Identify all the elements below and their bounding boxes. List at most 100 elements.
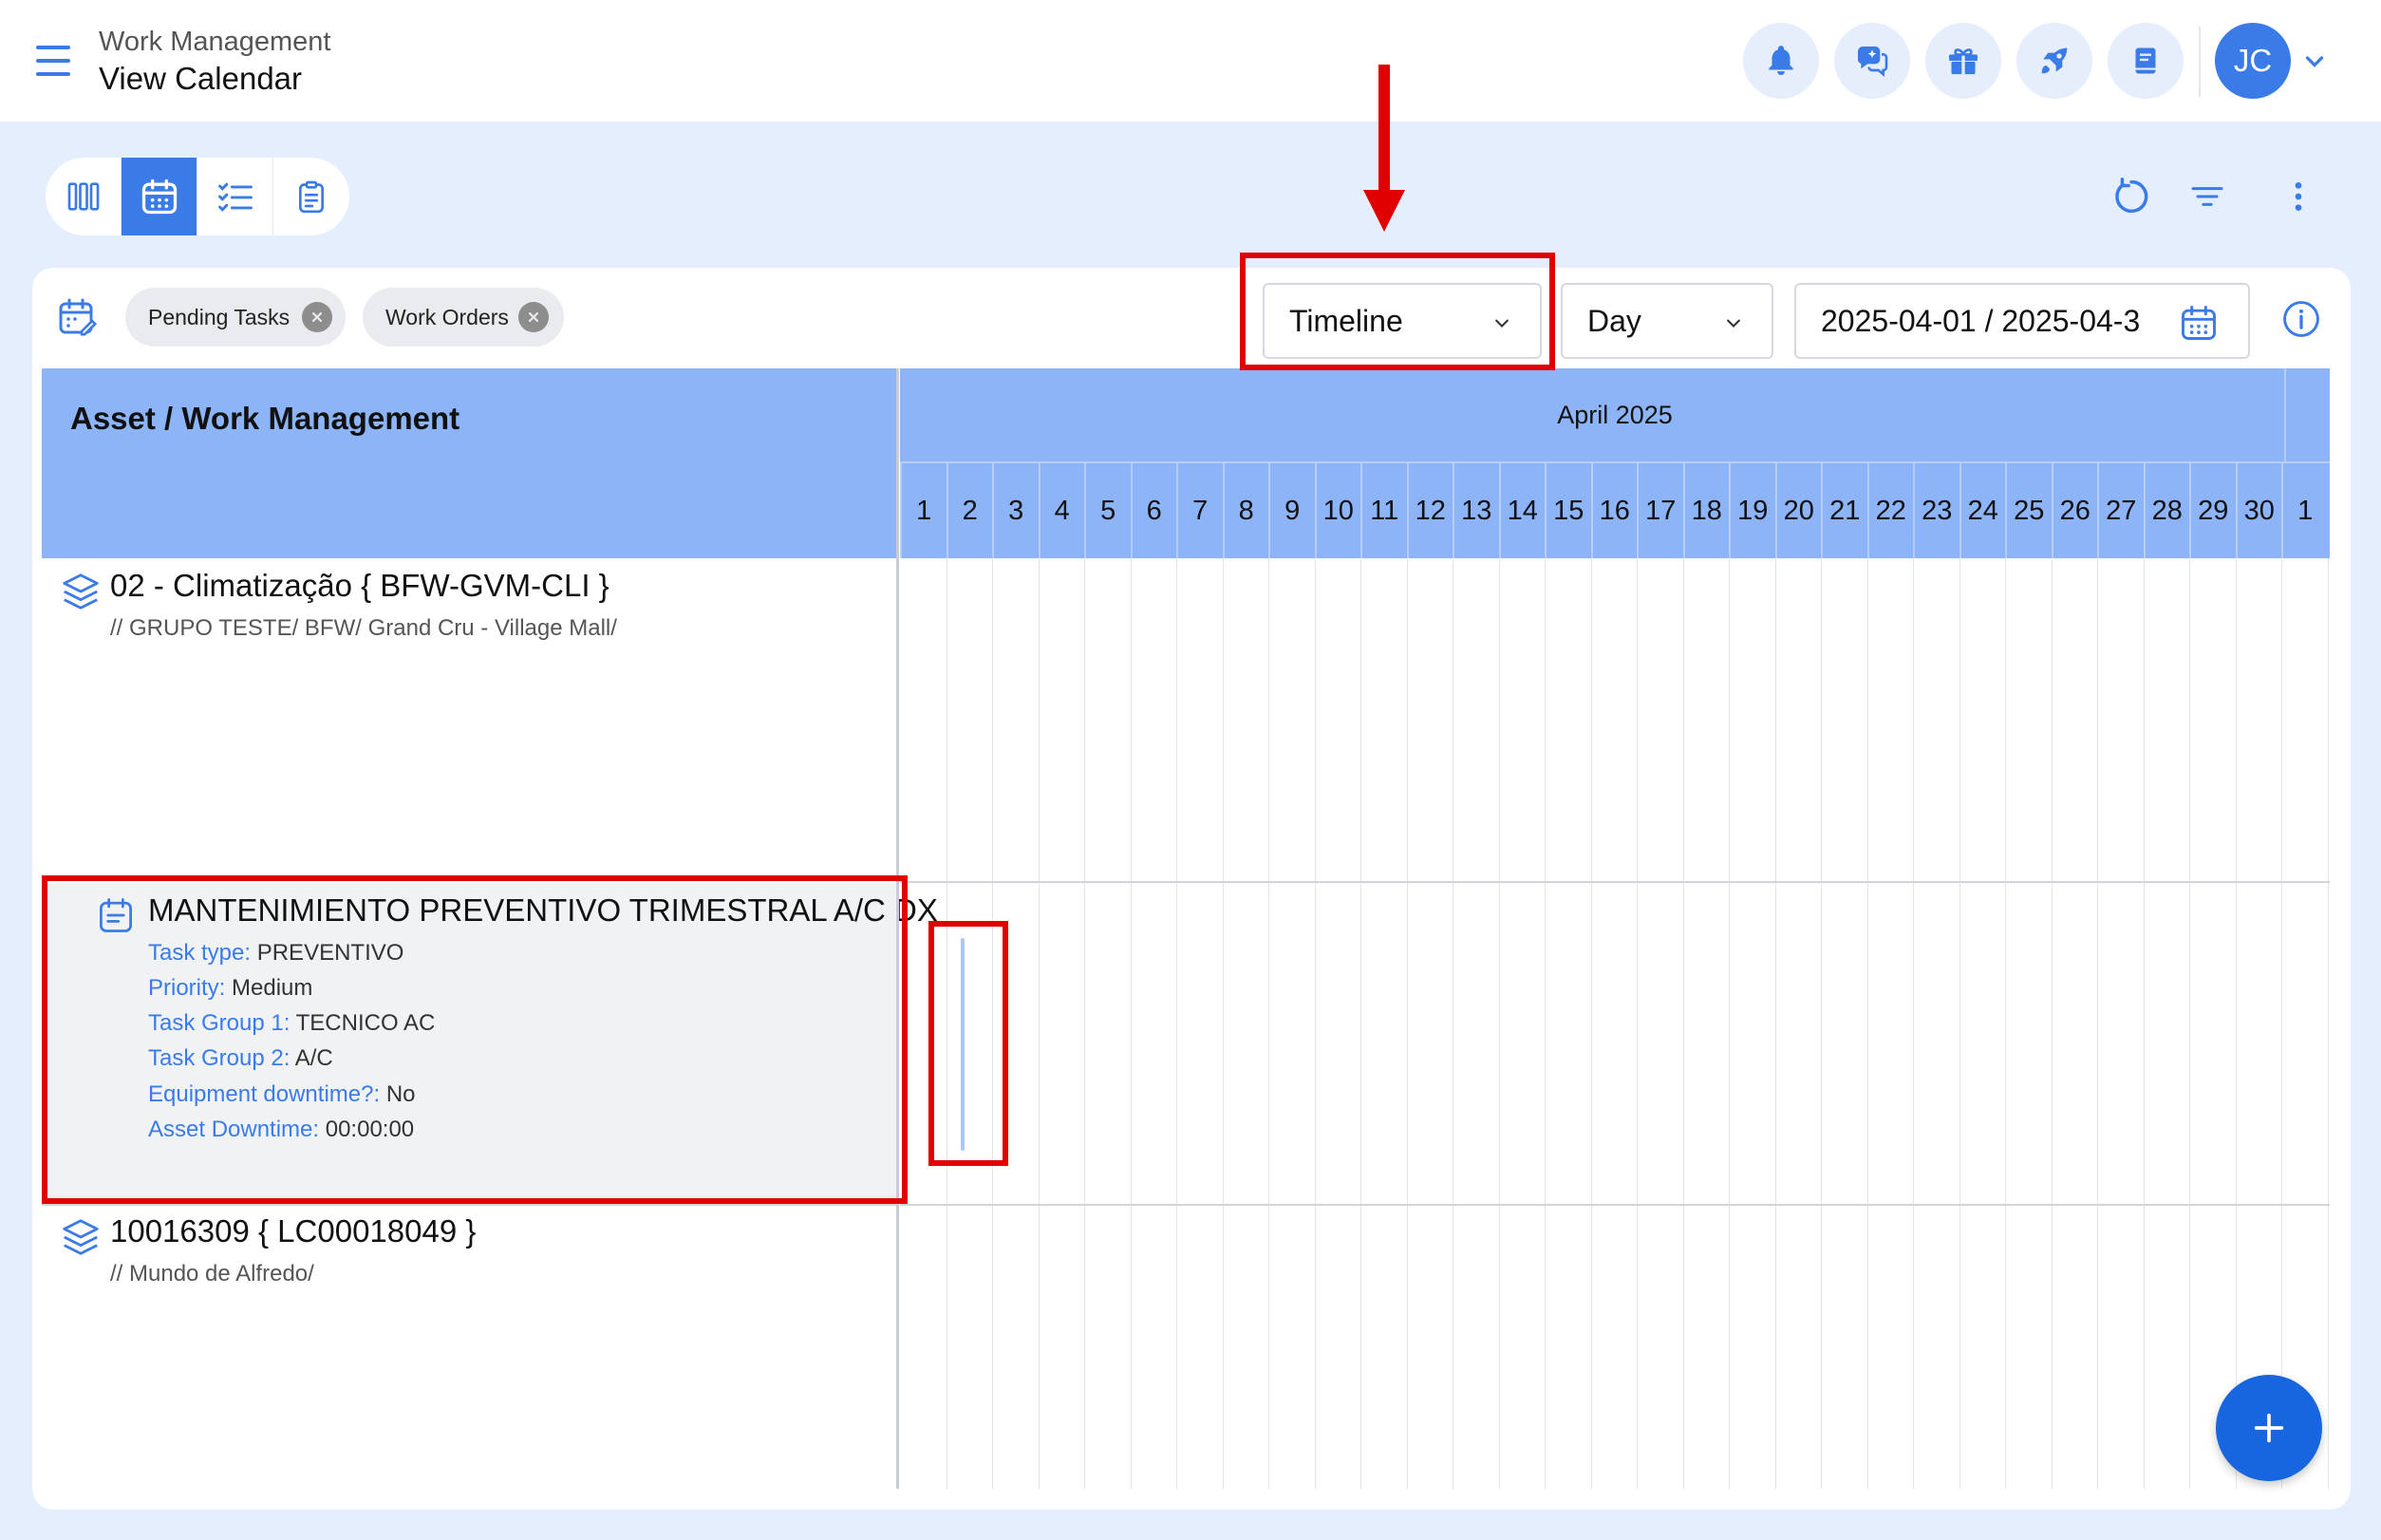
day-gridline (1729, 558, 1730, 1489)
more-vertical-icon[interactable] (2273, 171, 2324, 222)
chip-label: Work Orders (385, 304, 509, 329)
day-header-cell: 13 (1453, 463, 1499, 558)
day-gridline (1866, 558, 1868, 1489)
highlight-box (42, 875, 908, 1204)
add-button[interactable] (2216, 1375, 2322, 1481)
day-gridline (2005, 558, 2006, 1489)
asset-title[interactable]: 02 - Climatização { BFW-GVM-CLI } (110, 568, 609, 604)
day-header-cell: 12 (1406, 463, 1453, 558)
day-header-cell: 1 (2281, 463, 2328, 558)
layers-icon (63, 573, 99, 610)
day-header-cell: 24 (1959, 463, 2006, 558)
page-title: View Calendar (99, 61, 303, 96)
day-header-cell: 26 (2051, 463, 2098, 558)
day-gridline (1774, 558, 1776, 1489)
day-header-cell: 28 (2143, 463, 2190, 558)
day-gridline (2327, 558, 2329, 1489)
day-header-cell: 11 (1360, 463, 1407, 558)
day-header-cell: 1 (900, 463, 947, 558)
day-header-cell: 27 (2097, 463, 2144, 558)
highlight-box (1240, 253, 1555, 370)
day-header-cell: 25 (2005, 463, 2052, 558)
day-gridline (1222, 558, 1224, 1489)
scale-select[interactable]: Day (1561, 283, 1773, 359)
day-gridline (1130, 558, 1132, 1489)
info-icon[interactable] (2280, 298, 2322, 340)
scale-value: Day (1587, 303, 1641, 338)
hamburger-menu-icon[interactable] (28, 42, 78, 80)
chevron-down-icon[interactable] (2297, 44, 2332, 78)
filter-icon[interactable] (2182, 171, 2233, 222)
day-header-cell: 29 (2189, 463, 2236, 558)
date-range-value: 2025-04-01 / 2025-04-3 (1821, 303, 2141, 338)
day-header-cell: 7 (1176, 463, 1223, 558)
day-gridline (1821, 558, 1822, 1489)
day-gridline (1682, 558, 1684, 1489)
close-icon[interactable] (302, 302, 332, 332)
day-gridline (2235, 558, 2237, 1489)
avatar[interactable]: JC (2215, 23, 2291, 99)
day-gridline (1176, 558, 1177, 1489)
day-header-cell: 3 (992, 463, 1039, 558)
day-gridline (1360, 558, 1361, 1489)
chip-label: Pending Tasks (148, 304, 291, 329)
row-divider (900, 1204, 2330, 1206)
grid-left-header: Asset / Work Management (42, 368, 898, 558)
day-header-cell: 23 (1913, 463, 1959, 558)
asset-path: // Mundo de Alfredo/ (110, 1261, 314, 1286)
calendar-settings-icon[interactable] (55, 294, 101, 340)
filter-chip-work-orders[interactable]: Work Orders (363, 288, 564, 347)
date-range-field[interactable]: 2025-04-01 / 2025-04-3 (1794, 283, 2250, 359)
day-header-cell: 22 (1866, 463, 1914, 558)
day-header-cell: 9 (1268, 463, 1315, 558)
chevron-down-icon (1727, 319, 1740, 328)
days-header: 1 2 3 4 5 6 7 8 9 10 11 12 13 14 15 16 17 18 19 20 21 22 23 24 2… (900, 463, 2330, 558)
day-gridline (2281, 558, 2282, 1489)
close-icon[interactable] (518, 302, 549, 332)
day-gridline (2097, 558, 2098, 1489)
checklist-view-icon[interactable] (197, 158, 273, 235)
day-header-cell: 5 (1084, 463, 1131, 558)
rocket-icon[interactable] (2016, 23, 2092, 99)
bell-icon[interactable] (1743, 23, 1819, 99)
month-header: April 2025 (900, 368, 2330, 463)
day-header-cell: 20 (1774, 463, 1822, 558)
day-header-cell: 4 (1038, 463, 1085, 558)
month-divider (2284, 368, 2286, 463)
breadcrumb-parent: Work Management (99, 27, 331, 57)
calendar-view-icon[interactable] (122, 158, 197, 235)
day-header-cell: 16 (1590, 463, 1638, 558)
day-header-cell: 15 (1545, 463, 1591, 558)
layers-icon (63, 1219, 99, 1255)
day-gridline (1314, 558, 1316, 1489)
day-header-cell: 6 (1130, 463, 1177, 558)
asset-title[interactable]: 10016309 { LC00018049 } (110, 1213, 476, 1249)
toolbar-divider (2199, 27, 2201, 97)
day-gridline (1498, 558, 1500, 1489)
gift-icon[interactable] (1925, 23, 2001, 99)
clipboard-view-icon[interactable] (273, 158, 349, 235)
view-switcher (46, 158, 349, 235)
day-header-cell: 17 (1637, 463, 1683, 558)
day-gridline (1268, 558, 1269, 1489)
day-gridline (1038, 558, 1040, 1489)
arrow-down-icon (1363, 65, 1405, 232)
board-view-icon[interactable] (46, 158, 122, 235)
day-gridline (2051, 558, 2053, 1489)
day-header-cell: 18 (1682, 463, 1730, 558)
day-header-cell: 2 (946, 463, 993, 558)
refresh-icon[interactable] (2106, 171, 2157, 222)
chat-icon[interactable] (1834, 23, 1910, 99)
book-icon[interactable] (2108, 23, 2184, 99)
day-header-cell: 14 (1498, 463, 1546, 558)
filter-chip-pending-tasks[interactable]: Pending Tasks (125, 288, 346, 347)
day-gridline (2143, 558, 2145, 1489)
day-gridline (1084, 558, 1085, 1489)
calendar-icon[interactable] (2178, 302, 2220, 344)
day-gridline (1913, 558, 1914, 1489)
row-divider (900, 881, 2330, 883)
day-header-cell: 30 (2235, 463, 2282, 558)
asset-path: // GRUPO TESTE/ BFW/ Grand Cru - Village… (110, 615, 617, 641)
day-header-cell: 8 (1222, 463, 1269, 558)
day-header-cell: 10 (1314, 463, 1361, 558)
